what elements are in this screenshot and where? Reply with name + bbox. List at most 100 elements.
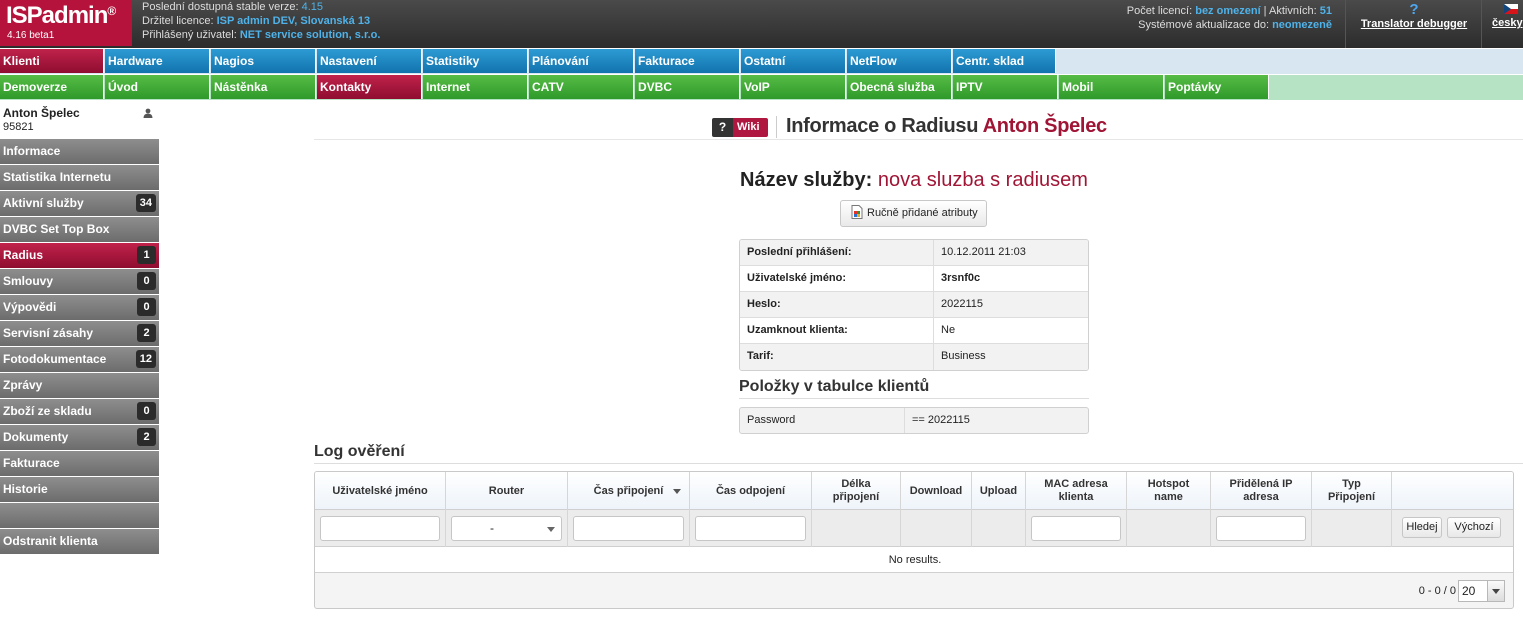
sidebar-item-zpravy[interactable]: Zprávy [0,373,159,398]
router-filter-select[interactable]: - [451,516,562,541]
sidebar-item-label: Fotodokumentace [3,352,107,366]
manual-attributes-label: Ručně přidané atributy [867,207,978,219]
page-size-value: 20 [1462,584,1476,598]
no-results-message: No results. [315,547,1513,573]
filter-cell: - [446,510,568,547]
menu-item-hardware[interactable]: Hardware [105,49,210,73]
submenu-item-internet[interactable]: Internet [423,75,528,99]
column-header-label: MAC adresa klienta [1044,478,1108,503]
service-name-value: nova sluzba s radiusem [877,169,1088,191]
menu-item-centr-sklad[interactable]: Centr. sklad [953,49,1056,73]
translator-debugger-label: Translator debugger [1360,18,1468,30]
sidebar-item-smlouvy[interactable]: Smlouvy 0 [0,269,159,294]
count-badge: 0 [137,402,156,420]
column-header-label: Uživatelské jméno [332,484,428,497]
sidebar-item-label: Historie [3,482,48,496]
section-divider [314,463,1523,464]
sidebar-item-fotodokumentace[interactable]: Fotodokumentace 12 [0,347,159,372]
wiki-button[interactable]: ? Wiki [712,118,768,137]
submenu-item-poptavky[interactable]: Poptávky [1165,75,1269,99]
mac-filter-input[interactable] [1031,516,1121,541]
active-count-value: 51 [1319,5,1332,17]
detail-value: 3rsnf0c [941,272,981,284]
menu-item-planovani[interactable]: Plánování [529,49,634,73]
detail-key: Heslo: [740,292,934,317]
sidebar-item-aktivni-sluzby[interactable]: Aktivní služby 34 [0,191,159,216]
submenu-item-uvod[interactable]: Úvod [105,75,210,99]
sidebar-item-statistika-internetu[interactable]: Statistika Internetu [0,165,159,190]
sidebar-item-fakturace[interactable]: Fakturace [0,451,159,476]
router-filter-value: - [490,521,494,535]
logged-user-value: NET service solution, s.r.o. [239,29,381,41]
sidebar-item-odstranit-klienta[interactable]: Odstranit klienta [0,529,159,554]
menu-item-nastaveni[interactable]: Nastavení [317,49,422,73]
sidebar-item-label: Fakturace [3,456,60,470]
app-logo[interactable]: ISPadmin® 4.16 beta1 [0,0,132,46]
logo-reg: ® [107,4,116,18]
filter-cell [1026,510,1127,547]
sidebar-item-dokumenty[interactable]: Dokumenty 2 [0,425,159,450]
submenu-item-dvbc[interactable]: DVBC [635,75,740,99]
filter-cell [315,510,446,547]
disconnect-time-filter-input[interactable] [695,516,806,541]
wiki-label: Wiki [733,118,768,137]
sidebar-item-informace[interactable]: Informace [0,139,159,164]
column-header-assigned-ip[interactable]: Přidělená IP adresa [1211,472,1312,510]
column-header-connect-time[interactable]: Čas připojení [568,472,690,510]
submenu-item-nastenka[interactable]: Nástěnka [211,75,316,99]
count-badge: 1 [137,246,156,264]
sidebar-item-label: Odstranit klienta [3,534,98,548]
submenu-item-obecna-sluzba[interactable]: Obecná služba [847,75,952,99]
default-button[interactable]: Výchozí [1447,517,1501,538]
connect-time-filter-input[interactable] [573,516,684,541]
sidebar-item-servisni-zasahy[interactable]: Servisní zásahy 2 [0,321,159,346]
submenu-item-demoverze[interactable]: Demoverze [0,75,104,99]
column-header-label: Hotspot name [1147,478,1190,503]
manual-attributes-button[interactable]: Ručně přidané atributy [840,200,987,227]
submenu-item-voip[interactable]: VoIP [741,75,846,99]
sidebar-item-vypovedi[interactable]: Výpovědi 0 [0,295,159,320]
column-header-upload[interactable]: Upload [972,472,1026,510]
menu-item-netflow[interactable]: NetFlow [847,49,952,73]
menu-item-klienti[interactable]: Klienti [0,49,104,73]
menu-item-ostatni[interactable]: Ostatní [741,49,846,73]
license-info: Počet licencí: bez omezení | Aktivních: … [1126,5,1332,31]
page-header: ? Wiki Informace o Radiusu Anton Špelec [314,114,1523,140]
column-header-router[interactable]: Router [446,472,568,510]
submenu-item-iptv[interactable]: IPTV [953,75,1058,99]
submenu-item-kontakty[interactable]: Kontakty [317,75,422,99]
sidebar-item-dvbc-set-top-box[interactable]: DVBC Set Top Box [0,217,159,242]
ip-filter-input[interactable] [1216,516,1306,541]
search-button[interactable]: Hledej [1402,517,1442,538]
column-header-connection-type[interactable]: Typ Připojení [1312,472,1392,510]
stable-version-value[interactable]: 4.15 [302,1,323,13]
detail-row: Uzamknout klienta: Ne [740,318,1088,344]
column-header-mac[interactable]: MAC adresa klienta [1026,472,1127,510]
username-filter-input[interactable] [320,516,440,541]
column-header-duration[interactable]: Délka připojení [812,472,901,510]
language-switch[interactable]: česky [1492,2,1523,29]
sidebar-item-label: Výpovědi [3,300,57,314]
detail-value: Business [941,350,986,362]
submenu-item-mobil[interactable]: Mobil [1059,75,1164,99]
menu-item-nagios[interactable]: Nagios [211,49,316,73]
menu-item-statistiky[interactable]: Statistiky [423,49,528,73]
translator-debugger-link[interactable]: ? Translator debugger [1355,2,1473,31]
column-header-hotspot[interactable]: Hotspot name [1127,472,1211,510]
column-header-disconnect-time[interactable]: Čas odpojení [690,472,812,510]
menu-item-fakturace[interactable]: Fakturace [635,49,740,73]
question-icon: ? [712,118,733,137]
column-header-download[interactable]: Download [901,472,972,510]
column-header-label: Přidělená IP adresa [1229,478,1293,503]
sort-down-icon [673,489,681,494]
column-header-username[interactable]: Uživatelské jméno [315,472,446,510]
grid-filter-row: - Hledej Výchozí [315,510,1513,547]
submenu-item-catv[interactable]: CATV [529,75,634,99]
sidebar-item-zbozi-ze-skladu[interactable]: Zboží ze skladu 0 [0,399,159,424]
sidebar-item-radius[interactable]: Radius 1 [0,243,159,268]
person-icon[interactable] [143,108,153,118]
column-header-actions [1392,472,1513,510]
radius-details-table: Poslední přihlášení: 10.12.2011 21:03 Uži… [739,239,1089,371]
sidebar-item-historie[interactable]: Historie [0,477,159,502]
page-size-select[interactable]: 20 [1458,580,1505,602]
